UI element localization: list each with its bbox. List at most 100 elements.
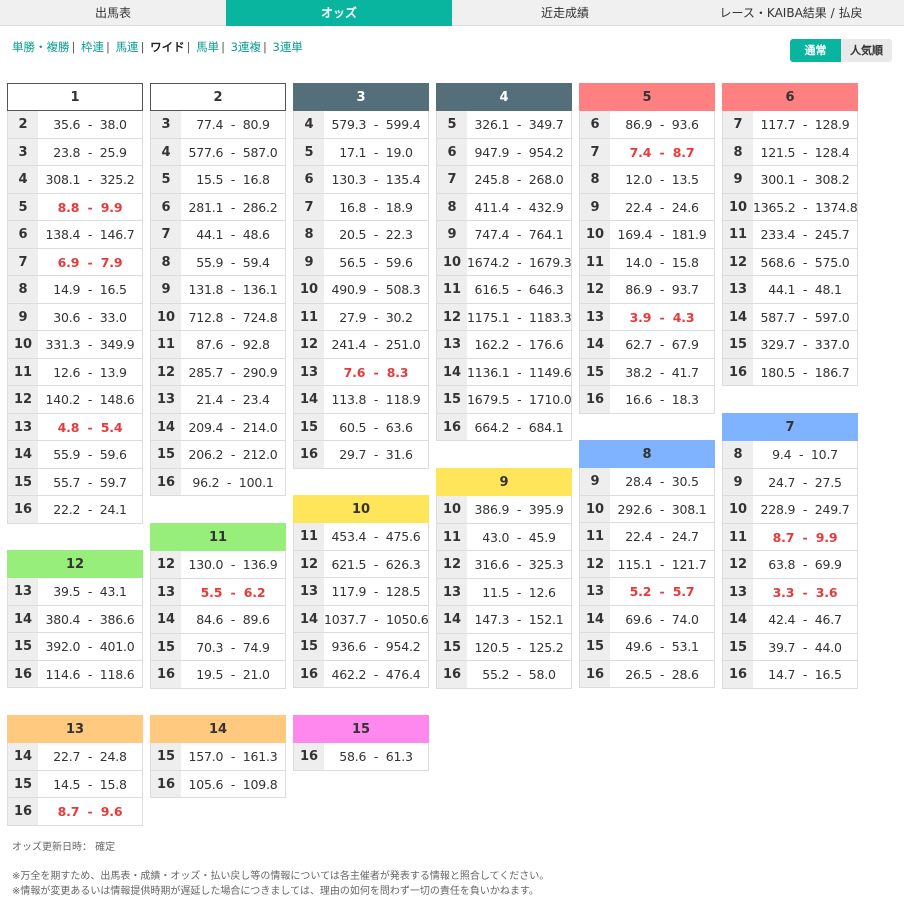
odds-row[interactable]: 11 12.6 - 13.9: [7, 358, 143, 386]
odds-row[interactable]: 16 22.2 - 24.1: [7, 496, 143, 524]
odds-row[interactable]: 12 285.7 - 290.9: [150, 358, 286, 386]
odds-row[interactable]: 14 69.6 - 74.0: [579, 605, 715, 633]
odds-row[interactable]: 14 380.4 - 386.6: [7, 605, 143, 633]
odds-row[interactable]: 14 1037.7 - 1050.6: [293, 605, 429, 633]
odds-row[interactable]: 5 17.1 - 19.0: [293, 138, 429, 166]
tab-recent-results[interactable]: 近走成績: [452, 0, 678, 26]
odds-row[interactable]: 4 579.3 - 599.4: [293, 111, 429, 139]
odds-row[interactable]: 11 27.9 - 30.2: [293, 303, 429, 331]
odds-row[interactable]: 11 22.4 - 24.7: [579, 523, 715, 551]
odds-row[interactable]: 7 245.8 - 268.0: [436, 166, 572, 194]
odds-row[interactable]: 15 55.7 - 59.7: [7, 468, 143, 496]
odds-row[interactable]: 9 30.6 - 33.0: [7, 303, 143, 331]
odds-row[interactable]: 8 12.0 - 13.5: [579, 166, 715, 194]
odds-row[interactable]: 11 8.7 - 9.9: [722, 523, 858, 551]
odds-row[interactable]: 16 664.2 - 684.1: [436, 413, 572, 441]
odds-row[interactable]: 10 712.8 - 724.8: [150, 303, 286, 331]
odds-row[interactable]: 16 105.6 - 109.8: [150, 770, 286, 798]
odds-row[interactable]: 14 147.3 - 152.1: [436, 606, 572, 634]
odds-row[interactable]: 12 140.2 - 148.6: [7, 386, 143, 414]
odds-row[interactable]: 10 292.6 - 308.1: [579, 495, 715, 523]
bet-type-win-place[interactable]: 単勝・複勝: [12, 40, 70, 54]
bet-type-bracket-quinella[interactable]: 枠連: [81, 40, 104, 54]
odds-row[interactable]: 3 77.4 - 80.9: [150, 111, 286, 139]
odds-row[interactable]: 11 233.4 - 245.7: [722, 221, 858, 249]
odds-row[interactable]: 7 117.7 - 128.9: [722, 111, 858, 139]
odds-row[interactable]: 15 1679.5 - 1710.0: [436, 386, 572, 414]
odds-row[interactable]: 15 70.3 - 74.9: [150, 633, 286, 661]
odds-row[interactable]: 12 1175.1 - 1183.3: [436, 303, 572, 331]
tab-race-results[interactable]: レース・KAIBA結果 / 払戻: [678, 0, 904, 26]
odds-row[interactable]: 15 206.2 - 212.0: [150, 441, 286, 469]
bet-type-quinella[interactable]: 馬連: [116, 40, 139, 54]
odds-row[interactable]: 16 8.7 - 9.6: [7, 798, 143, 826]
odds-row[interactable]: 5 15.5 - 16.8: [150, 166, 286, 194]
odds-row[interactable]: 12 63.8 - 69.9: [722, 551, 858, 579]
odds-row[interactable]: 9 22.4 - 24.6: [579, 193, 715, 221]
bet-type-wide[interactable]: ワイド: [150, 40, 185, 54]
odds-row[interactable]: 6 947.9 - 954.2: [436, 138, 572, 166]
odds-row[interactable]: 12 86.9 - 93.7: [579, 276, 715, 304]
odds-row[interactable]: 10 1674.2 - 1679.3: [436, 248, 572, 276]
odds-row[interactable]: 16 55.2 - 58.0: [436, 661, 572, 689]
odds-row[interactable]: 7 44.1 - 48.6: [150, 221, 286, 249]
bet-type-trio[interactable]: 3連複: [231, 40, 261, 54]
bet-type-trifecta[interactable]: 3連単: [273, 40, 303, 54]
odds-row[interactable]: 13 162.2 - 176.6: [436, 331, 572, 359]
odds-row[interactable]: 12 115.1 - 121.7: [579, 550, 715, 578]
odds-row[interactable]: 11 453.4 - 475.6: [293, 523, 429, 551]
odds-row[interactable]: 13 5.5 - 6.2: [150, 578, 286, 606]
odds-row[interactable]: 14 113.8 - 118.9: [293, 386, 429, 414]
odds-row[interactable]: 6 138.4 - 146.7: [7, 221, 143, 249]
odds-row[interactable]: 11 87.6 - 92.8: [150, 331, 286, 359]
odds-row[interactable]: 13 7.6 - 8.3: [293, 358, 429, 386]
odds-row[interactable]: 3 23.8 - 25.9: [7, 138, 143, 166]
odds-row[interactable]: 15 38.2 - 41.7: [579, 358, 715, 386]
odds-row[interactable]: 12 621.5 - 626.3: [293, 550, 429, 578]
odds-row[interactable]: 8 14.9 - 16.5: [7, 276, 143, 304]
odds-row[interactable]: 9 300.1 - 308.2: [722, 166, 858, 194]
odds-row[interactable]: 8 55.9 - 59.4: [150, 248, 286, 276]
bet-type-exacta[interactable]: 馬単: [196, 40, 219, 54]
odds-row[interactable]: 15 120.5 - 125.2: [436, 633, 572, 661]
odds-row[interactable]: 15 157.0 - 161.3: [150, 743, 286, 771]
odds-row[interactable]: 11 14.0 - 15.8: [579, 248, 715, 276]
odds-row[interactable]: 16 19.5 - 21.0: [150, 661, 286, 689]
odds-row[interactable]: 9 747.4 - 764.1: [436, 221, 572, 249]
odds-row[interactable]: 16 96.2 - 100.1: [150, 468, 286, 496]
odds-row[interactable]: 16 462.2 - 476.4: [293, 660, 429, 688]
odds-row[interactable]: 6 281.1 - 286.2: [150, 193, 286, 221]
odds-row[interactable]: 5 326.1 - 349.7: [436, 111, 572, 139]
odds-row[interactable]: 8 121.5 - 128.4: [722, 138, 858, 166]
odds-row[interactable]: 14 62.7 - 67.9: [579, 331, 715, 359]
odds-row[interactable]: 9 28.4 - 30.5: [579, 468, 715, 496]
odds-row[interactable]: 13 117.9 - 128.5: [293, 578, 429, 606]
odds-row[interactable]: 16 114.6 - 118.6: [7, 660, 143, 688]
odds-row[interactable]: 14 209.4 - 214.0: [150, 413, 286, 441]
tab-entry[interactable]: 出馬表: [0, 0, 226, 26]
mode-popular-button[interactable]: 人気順: [841, 39, 892, 62]
odds-row[interactable]: 7 16.8 - 18.9: [293, 193, 429, 221]
odds-row[interactable]: 14 84.6 - 89.6: [150, 606, 286, 634]
odds-row[interactable]: 8 411.4 - 432.9: [436, 193, 572, 221]
odds-row[interactable]: 13 11.5 - 12.6: [436, 578, 572, 606]
odds-row[interactable]: 11 616.5 - 646.3: [436, 276, 572, 304]
odds-row[interactable]: 13 3.9 - 4.3: [579, 303, 715, 331]
odds-row[interactable]: 9 24.7 - 27.5: [722, 468, 858, 496]
odds-row[interactable]: 8 9.4 - 10.7: [722, 441, 858, 469]
odds-row[interactable]: 8 20.5 - 22.3: [293, 221, 429, 249]
odds-row[interactable]: 4 308.1 - 325.2: [7, 166, 143, 194]
odds-row[interactable]: 13 5.2 - 5.7: [579, 578, 715, 606]
odds-row[interactable]: 16 16.6 - 18.3: [579, 386, 715, 414]
odds-row[interactable]: 13 39.5 - 43.1: [7, 578, 143, 606]
odds-row[interactable]: 15 329.7 - 337.0: [722, 331, 858, 359]
odds-row[interactable]: 16 29.7 - 31.6: [293, 441, 429, 469]
odds-row[interactable]: 13 44.1 - 48.1: [722, 276, 858, 304]
odds-row[interactable]: 15 39.7 - 44.0: [722, 633, 858, 661]
odds-row[interactable]: 9 56.5 - 59.6: [293, 248, 429, 276]
odds-row[interactable]: 14 55.9 - 59.6: [7, 441, 143, 469]
odds-row[interactable]: 10 228.9 - 249.7: [722, 496, 858, 524]
odds-row[interactable]: 15 14.5 - 15.8: [7, 770, 143, 798]
odds-row[interactable]: 2 35.6 - 38.0: [7, 111, 143, 139]
odds-row[interactable]: 10 386.9 - 395.9: [436, 496, 572, 524]
